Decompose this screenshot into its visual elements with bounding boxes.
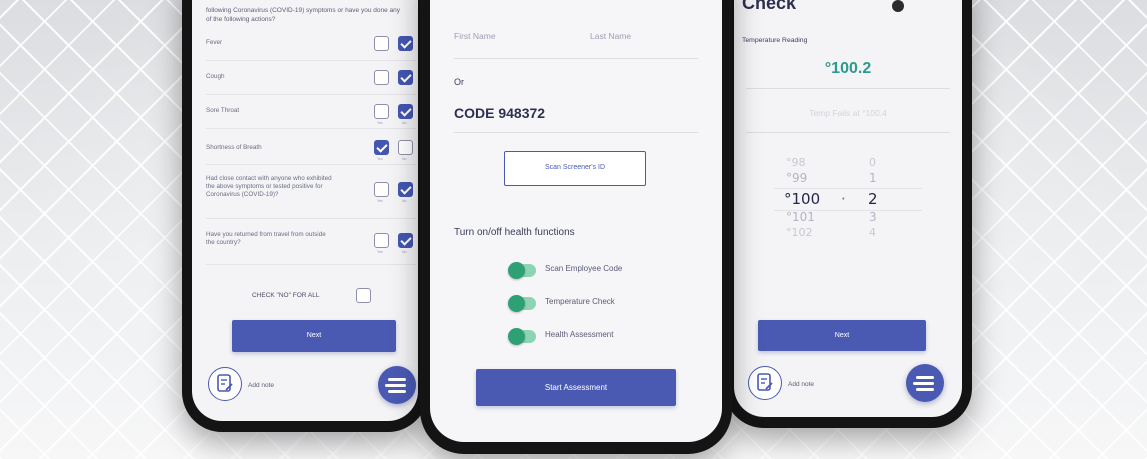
menu-fab[interactable] (378, 366, 416, 404)
wheel-decimal-selected: 2 (868, 190, 878, 208)
yes-label: Yes (377, 250, 383, 254)
yes-label: Yes (377, 157, 383, 161)
wheel-degree-selected: °100 (784, 190, 821, 208)
fail-threshold-text: Temp Fails at °100.4 (809, 108, 887, 118)
last-name-field[interactable]: Last Name (590, 31, 631, 41)
question-row-close-contact: Had close contact with anyone who exhibi… (206, 172, 416, 219)
question-row-cough: Cough (206, 66, 416, 95)
wheel-selection-top (774, 188, 922, 189)
symptom-intro: following Coronavirus (COVID-19) symptom… (206, 7, 401, 23)
question-text: Had close contact with anyone who exhibi… (206, 175, 332, 198)
wheel-degree: °98 (786, 156, 806, 169)
menu-icon-bar (916, 376, 934, 379)
menu-icon-bar (916, 388, 934, 391)
phone-right: Check Temperature Reading °100.2 Temp Fa… (724, 0, 972, 428)
yes-checkbox[interactable] (374, 70, 389, 85)
toggle-label: Scan Employee Code (545, 264, 623, 273)
no-checkbox[interactable] (398, 140, 413, 155)
check-all-label: CHECK "NO" FOR ALL (252, 292, 320, 299)
add-note-label: Add note (248, 382, 275, 389)
no-label: No (402, 157, 407, 161)
menu-icon-bar (913, 382, 934, 385)
yes-checkbox[interactable] (374, 182, 389, 197)
wheel-degree: °101 (786, 210, 815, 224)
menu-fab[interactable] (906, 364, 944, 402)
screen-title: Check (742, 0, 797, 13)
no-label: No (402, 121, 407, 125)
or-label: Or (454, 77, 464, 87)
no-label: No (402, 250, 407, 254)
no-checkbox[interactable] (398, 104, 413, 119)
add-note-button[interactable] (748, 366, 782, 400)
fail-divider (746, 132, 950, 133)
question-row-fever: Fever (206, 32, 416, 61)
no-label: No (402, 199, 407, 203)
menu-icon-bar (388, 390, 406, 393)
symptom-screen: following Coronavirus (COVID-19) symptom… (192, 0, 418, 421)
employee-code: CODE 948372 (454, 105, 546, 121)
temperature-screen: Check Temperature Reading °100.2 Temp Fa… (734, 0, 962, 417)
start-assessment-button[interactable]: Start Assessment (476, 369, 676, 406)
menu-icon-bar (385, 384, 406, 387)
check-all-checkbox[interactable] (356, 288, 371, 303)
add-note-button[interactable] (208, 367, 242, 401)
wheel-degree: °99 (786, 171, 808, 185)
yes-checkbox[interactable] (374, 140, 389, 155)
wheel-decimal: 4 (869, 226, 876, 239)
wheel-decimal: 0 (869, 156, 876, 169)
reading-divider (746, 88, 950, 89)
next-button[interactable]: Next (232, 320, 396, 352)
wheel-decimal: 1 (869, 171, 877, 185)
yes-checkbox[interactable] (374, 104, 389, 119)
first-name-field[interactable]: First Name (454, 31, 496, 41)
toggle-label: Health Assessment (545, 330, 614, 339)
wheel-separator: · (841, 190, 846, 208)
toggle-health-assessment[interactable] (508, 328, 536, 345)
no-checkbox[interactable] (398, 36, 413, 51)
yes-checkbox[interactable] (374, 36, 389, 51)
phone-left: following Coronavirus (COVID-19) symptom… (182, 0, 428, 432)
question-row-shortness-of-breath: Shortness of Breath Yes No (206, 136, 416, 165)
question-text: Cough (206, 73, 225, 80)
start-screen: First Name Last Name Or CODE 948372 Scan… (430, 0, 722, 442)
question-text: Shortness of Breath (206, 144, 262, 151)
toggle-temperature-check[interactable] (508, 295, 536, 312)
menu-icon-bar (388, 378, 406, 381)
add-note-label: Add note (788, 381, 815, 388)
yes-label: Yes (377, 199, 383, 203)
functions-heading: Turn on/off health functions (454, 227, 575, 238)
toggle-scan-employee-code[interactable] (508, 262, 536, 279)
temperature-reading: °100.2 (824, 60, 872, 77)
camera-icon (892, 0, 904, 12)
no-checkbox[interactable] (398, 70, 413, 85)
note-icon (217, 374, 233, 392)
wheel-selection-bottom (774, 210, 922, 211)
note-icon (757, 373, 773, 391)
wheel-decimal: 3 (869, 210, 877, 224)
question-text: Sore Throat (206, 107, 240, 114)
toggle-label: Temperature Check (545, 297, 615, 306)
no-checkbox[interactable] (398, 233, 413, 248)
wheel-degree: °102 (786, 226, 813, 239)
question-row-sore-throat: Sore Throat Yes No (206, 100, 416, 129)
yes-label: Yes (377, 121, 383, 125)
name-divider (454, 58, 698, 59)
next-button[interactable]: Next (758, 320, 926, 351)
reading-label: Temperature Reading (742, 37, 808, 44)
scan-screener-button[interactable]: Scan Screener's ID (504, 151, 646, 186)
question-text: Fever (206, 39, 223, 46)
yes-checkbox[interactable] (374, 233, 389, 248)
phone-center: First Name Last Name Or CODE 948372 Scan… (420, 0, 732, 454)
no-checkbox[interactable] (398, 182, 413, 197)
question-text: Have you returned from travel from outsi… (206, 231, 326, 246)
code-divider (454, 132, 698, 133)
question-row-travel: Have you returned from travel from outsi… (206, 228, 416, 265)
